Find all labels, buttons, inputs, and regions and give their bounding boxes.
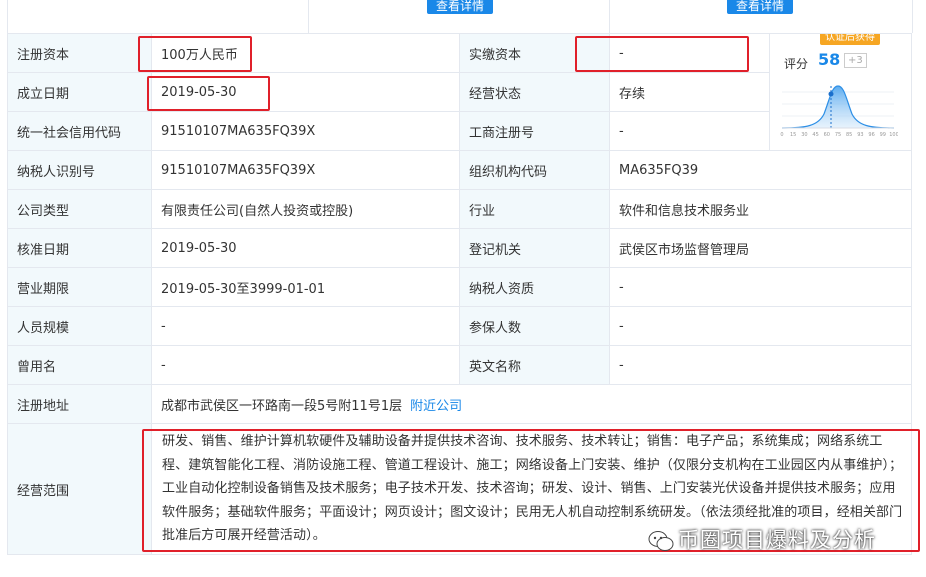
nearby-companies-link[interactable]: 附近公司 <box>410 399 462 414</box>
axis-tick-label: 75 <box>835 132 841 138</box>
cert-badge: 认证后获得 <box>820 34 880 45</box>
label-company-type: 公司类型 <box>7 189 152 229</box>
value-taxpayer-qualification: - <box>609 267 912 307</box>
label-former-name: 曾用名 <box>7 345 152 385</box>
address-text: 成都市武侯区一环路南一段5号附11号1层 <box>161 398 403 414</box>
label-reg-number: 工商注册号 <box>459 111 610 151</box>
label-address: 注册地址 <box>7 384 152 424</box>
table-row: 纳税人识别号 91510107MA635FQ39X 组织机构代码 MA635FQ… <box>7 150 912 190</box>
value-registration-authority: 武侯区市场监督管理局 <box>609 228 912 268</box>
score-panel: 认证后获得 评分 58 +3 0 15 30 45 60 75 85 93 96… <box>769 33 912 151</box>
table-row: 曾用名 - 英文名称 - <box>7 345 912 385</box>
label-english-name: 英文名称 <box>459 345 610 385</box>
label-business-status: 经营状态 <box>459 72 610 112</box>
label-registered-capital: 注册资本 <box>7 33 152 73</box>
top-cell <box>7 0 308 33</box>
value-business-status: 存续 <box>609 72 770 112</box>
label-paid-capital: 实缴资本 <box>459 33 610 73</box>
axis-tick-label: 60 <box>824 132 830 138</box>
axis-tick-label: 100 <box>889 132 898 138</box>
value-approval-date: 2019-05-30 <box>151 228 460 268</box>
top-strip: 查看详情 查看详情 <box>0 0 926 33</box>
table-row: 注册资本 100万人民币 实缴资本 - 认证后获得 评分 58 +3 0 15 … <box>7 33 912 151</box>
table-row: 注册地址 成都市武侯区一环路南一段5号附11号1层 附近公司 <box>7 384 912 424</box>
value-established-date: 2019-05-30 <box>151 72 460 112</box>
score-plus: +3 <box>844 53 867 68</box>
value-english-name: - <box>609 345 912 385</box>
value-taxpayer-id: 91510107MA635FQ39X <box>151 150 460 190</box>
label-industry: 行业 <box>459 189 610 229</box>
label-staff-size: 人员规模 <box>7 306 152 346</box>
score-distribution-chart: 0 15 30 45 60 75 85 93 96 99 100 <box>780 85 898 138</box>
axis-tick-label: 15 <box>790 132 796 138</box>
score-marker-dot <box>828 91 834 97</box>
score-value: 58 <box>818 50 841 69</box>
view-detail-button[interactable]: 查看详情 <box>727 0 794 14</box>
label-business-scope: 经营范围 <box>7 423 152 555</box>
value-former-name: - <box>151 345 460 385</box>
value-address: 成都市武侯区一环路南一段5号附11号1层 附近公司 <box>151 384 912 424</box>
value-insured-count: - <box>609 306 912 346</box>
label-insured-count: 参保人数 <box>459 306 610 346</box>
label-credit-code: 统一社会信用代码 <box>7 111 152 151</box>
value-staff-size: - <box>151 306 460 346</box>
axis-tick-label: 85 <box>846 132 852 138</box>
value-registered-capital: 100万人民币 <box>151 33 460 73</box>
label-taxpayer-qualification: 纳税人资质 <box>459 267 610 307</box>
value-paid-capital: - <box>609 33 770 73</box>
axis-tick-label: 45 <box>812 132 818 138</box>
table-row: 公司类型 有限责任公司(自然人投资或控股) 行业 软件和信息技术服务业 <box>7 189 912 229</box>
label-approval-date: 核准日期 <box>7 228 152 268</box>
watermark-text: 币圈项目爆料及分析 <box>678 528 876 552</box>
table-row: 核准日期 2019-05-30 登记机关 武侯区市场监督管理局 <box>7 228 912 268</box>
axis-tick-label: 99 <box>880 132 886 138</box>
value-company-type: 有限责任公司(自然人投资或控股) <box>151 189 460 229</box>
value-credit-code: 91510107MA635FQ39X <box>151 111 460 151</box>
label-taxpayer-id: 纳税人识别号 <box>7 150 152 190</box>
value-business-term: 2019-05-30至3999-01-01 <box>151 267 460 307</box>
label-org-code: 组织机构代码 <box>459 150 610 190</box>
axis-tick-label: 30 <box>801 132 807 138</box>
label-established-date: 成立日期 <box>7 72 152 112</box>
axis-tick-label: 96 <box>868 132 874 138</box>
value-org-code: MA635FQ39 <box>609 150 912 190</box>
table-row: 营业期限 2019-05-30至3999-01-01 纳税人资质 - <box>7 267 912 307</box>
table-row: 人员规模 - 参保人数 - <box>7 306 912 346</box>
view-detail-button[interactable]: 查看详情 <box>427 0 494 14</box>
score-label: 评分 <box>784 57 809 71</box>
watermark: 币圈项目爆料及分析 <box>648 524 876 554</box>
axis-tick-label: 93 <box>857 132 863 138</box>
value-reg-number: - <box>609 111 770 151</box>
label-registration-authority: 登记机关 <box>459 228 610 268</box>
axis-tick-label: 0 <box>780 132 783 138</box>
label-business-term: 营业期限 <box>7 267 152 307</box>
company-info-table: 注册资本 100万人民币 实缴资本 - 认证后获得 评分 58 +3 0 15 … <box>7 33 912 555</box>
value-industry: 软件和信息技术服务业 <box>609 189 912 229</box>
wechat-icon <box>648 531 674 551</box>
